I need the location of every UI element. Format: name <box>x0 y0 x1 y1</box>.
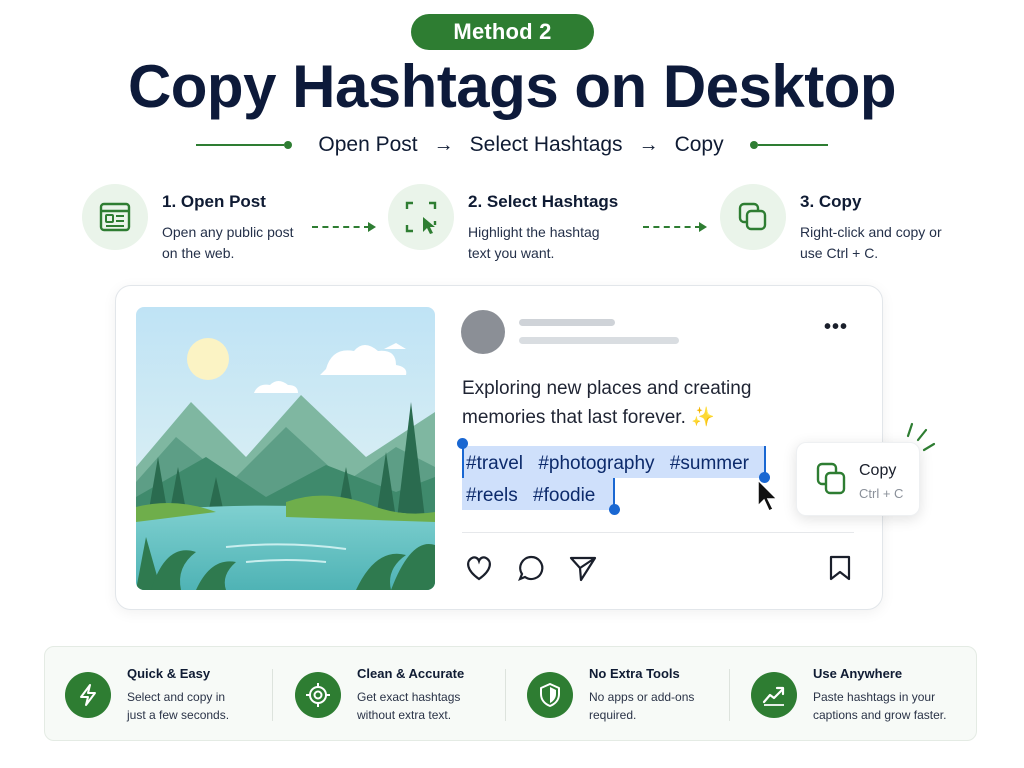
copy-icon <box>720 184 786 250</box>
more-options-icon[interactable]: ••• <box>824 316 848 339</box>
feature-title: Quick & Easy <box>127 665 211 681</box>
feature-clean-accurate: Clean & Accurate Get exact hashtags with… <box>295 647 467 742</box>
post-caption: Exploring new places and creating memori… <box>462 378 752 428</box>
feature-desc: Select and copy in just a few seconds. <box>127 689 230 722</box>
feature-desc: Get exact hashtags without extra text. <box>357 689 461 722</box>
step-copy: 3. Copy Right-click and copy or use Ctrl… <box>720 184 950 264</box>
features-bar: Quick & Easy Select and copy in just a f… <box>44 646 977 741</box>
copy-shortcut: Ctrl + C <box>859 486 904 501</box>
copy-icon <box>815 461 849 502</box>
dashed-arrow-icon <box>312 222 376 232</box>
feature-desc: No apps or add-ons required. <box>589 689 695 722</box>
hashtag[interactable]: #summer <box>670 453 749 474</box>
spark-lines-icon <box>900 420 940 461</box>
divider <box>505 669 506 721</box>
feature-title: Clean & Accurate <box>357 665 465 681</box>
post-card: ••• Exploring new places and creating me… <box>115 285 883 610</box>
step-select-hashtags: 2. Select Hashtags Highlight the hashtag… <box>388 184 623 264</box>
step-desc: Open any public post on the web. <box>162 224 294 261</box>
divider <box>272 669 273 721</box>
hashtag[interactable]: #reels <box>466 485 518 506</box>
copy-menu-label[interactable]: Copy <box>859 462 896 480</box>
feature-quick-easy: Quick & Easy Select and copy in just a f… <box>65 647 237 742</box>
post-window-icon <box>82 184 148 250</box>
bookmark-icon[interactable] <box>828 554 852 587</box>
selection-handle-end[interactable] <box>609 504 620 515</box>
comment-icon[interactable] <box>517 554 547 587</box>
feature-use-anywhere: Use Anywhere Paste hashtags in your capt… <box>751 647 953 742</box>
dashed-arrow-icon <box>643 222 707 232</box>
flow-arrow-icon: → <box>638 133 659 156</box>
hashtag[interactable]: #travel <box>466 453 523 474</box>
feature-title: Use Anywhere <box>813 665 903 681</box>
step-title: 1. Open Post <box>162 192 266 211</box>
mouse-cursor-icon <box>756 478 782 519</box>
like-icon[interactable] <box>464 554 494 587</box>
step-title: 2. Select Hashtags <box>468 192 619 211</box>
step-open-post: 1. Open Post Open any public post on the… <box>82 184 312 264</box>
step-desc: Right-click and copy or use Ctrl + C. <box>800 224 942 261</box>
avatar[interactable] <box>461 310 505 354</box>
subtitle-placeholder <box>519 337 679 344</box>
select-cursor-icon <box>388 184 454 250</box>
target-icon <box>295 671 341 718</box>
method-badge: Method 2 <box>411 14 594 50</box>
divider <box>462 532 854 533</box>
flow-breadcrumb: Open Post → Select Hashtags → Copy <box>0 130 1024 160</box>
selection-caret-start[interactable] <box>462 446 464 478</box>
hashtag[interactable]: #photography <box>538 453 654 474</box>
flow-arrow-icon: → <box>433 133 454 156</box>
feature-title: No Extra Tools <box>589 665 680 681</box>
landscape-image <box>136 307 435 590</box>
divider <box>729 669 730 721</box>
growth-chart-icon <box>751 671 797 718</box>
username-placeholder <box>519 319 615 326</box>
share-icon[interactable] <box>568 554 598 587</box>
lightning-icon <box>65 671 111 718</box>
shield-icon <box>527 671 573 718</box>
flow-line-left <box>196 141 293 149</box>
flow-step-copy: Copy <box>674 133 724 156</box>
flow-step-open: Open Post <box>318 133 418 156</box>
step-desc: Highlight the hashtag text you want. <box>468 224 600 261</box>
feature-desc: Paste hashtags in your captions and grow… <box>813 689 947 722</box>
feature-no-extra-tools: No Extra Tools No apps or add-ons requir… <box>527 647 704 742</box>
hashtag[interactable]: #foodie <box>533 485 595 506</box>
step-title: 3. Copy <box>800 192 862 211</box>
page-title: Copy Hashtags on Desktop <box>127 53 897 120</box>
flow-line-right <box>749 141 828 149</box>
hashtag-text[interactable]: #travel #photography #summer #reels #foo… <box>466 448 766 512</box>
flow-step-select: Select Hashtags <box>469 133 623 156</box>
selection-handle-start[interactable] <box>457 438 468 449</box>
